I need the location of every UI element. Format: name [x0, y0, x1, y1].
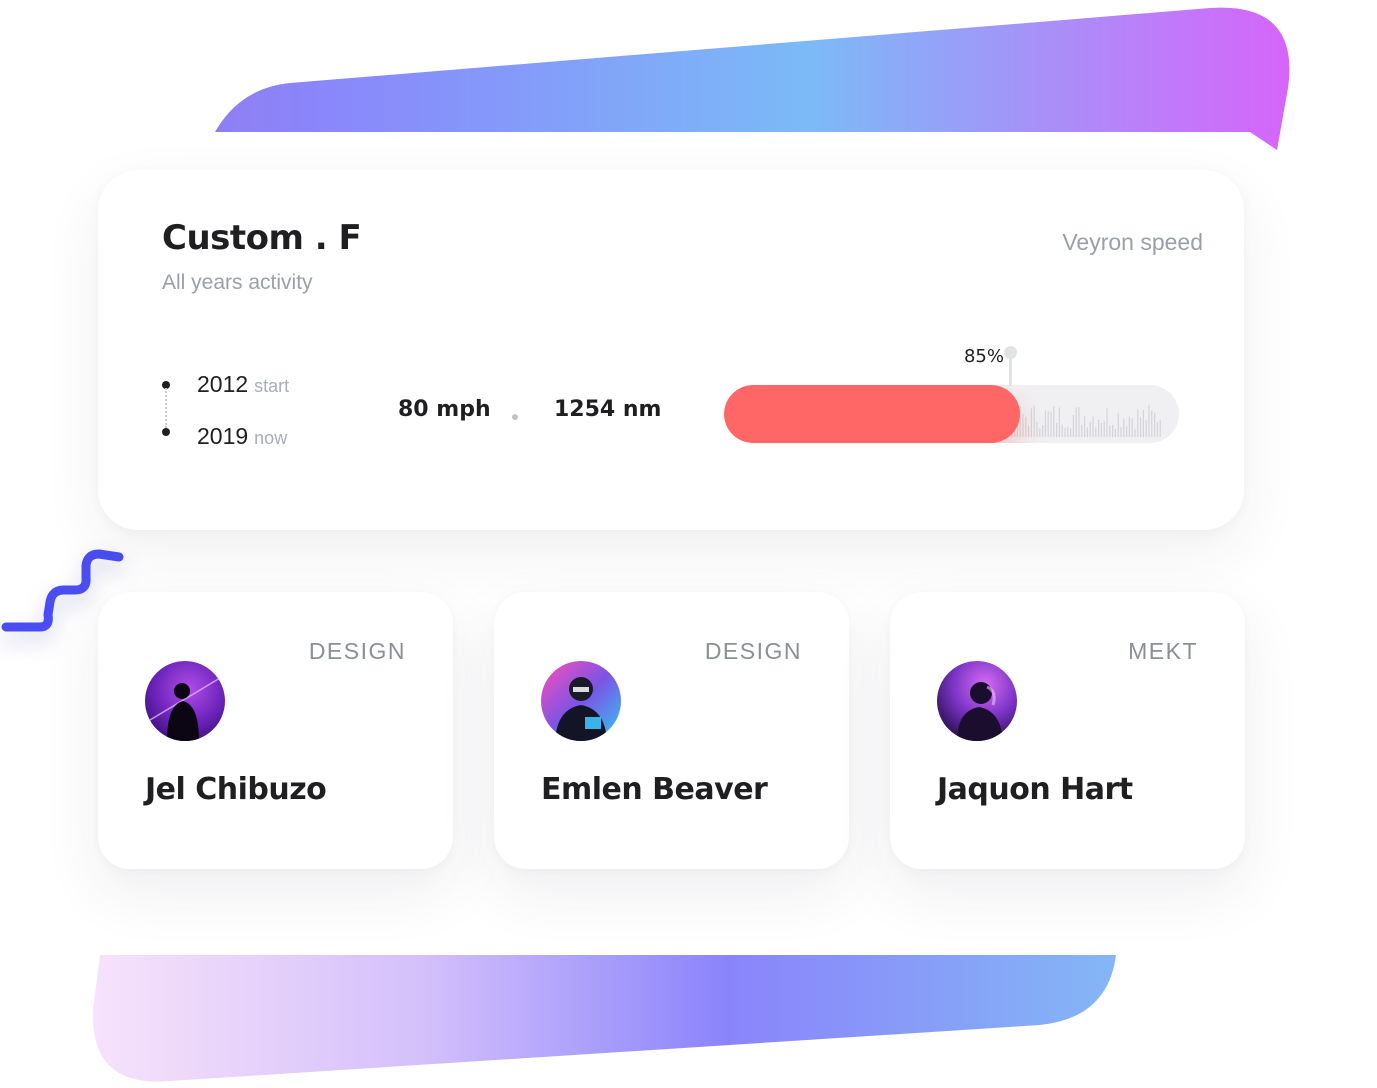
waveform-bar [1081, 425, 1083, 437]
waveform-bar [1154, 412, 1156, 437]
waveform-bar [1137, 409, 1139, 437]
person-card[interactable]: DESIGN Emlen Beaver [494, 592, 849, 869]
waveform-bar [1084, 416, 1086, 437]
waveform-bar [1089, 421, 1091, 437]
waveform-bar [1075, 407, 1077, 437]
avatar[interactable] [145, 661, 225, 741]
stat-separator [512, 414, 518, 420]
person-name: Jaquon Hart [937, 772, 1133, 807]
progress-handle[interactable] [1004, 346, 1017, 359]
waveform-bar [1123, 418, 1125, 437]
waveform-bar [1078, 407, 1080, 437]
card-title: Custom . F [162, 218, 362, 258]
timeline-start: 2012 start [197, 371, 289, 398]
waveform-bar [1022, 413, 1024, 437]
timeline-line [165, 388, 167, 428]
waveform-bar [1112, 424, 1114, 437]
waveform-bar [1140, 417, 1142, 437]
waveform-bar [1058, 407, 1060, 437]
person-card[interactable]: MEKT Jaquon Hart [890, 592, 1245, 869]
timeline-start-tag: start [254, 376, 290, 396]
waveform-bar [1109, 425, 1111, 437]
waveform-bar [1103, 421, 1105, 437]
progress-percent: 85% [963, 346, 1004, 367]
waveform-bar [1106, 408, 1108, 437]
person-role: DESIGN [704, 638, 802, 664]
waveform-bar [1114, 429, 1116, 437]
timeline-now: 2019 now [197, 423, 287, 450]
waveform-bar [1030, 408, 1032, 437]
waveform-bar [1025, 416, 1027, 437]
waveform-bar [1120, 426, 1122, 437]
waveform-bar [1159, 419, 1161, 437]
waveform-bar [1036, 422, 1038, 437]
distance-stat: 1254 nm [554, 397, 662, 422]
waveform-bar [1151, 410, 1153, 437]
waveform-bar [1142, 409, 1144, 437]
waveform-bar [1128, 416, 1130, 437]
waveform-bar [1033, 405, 1035, 437]
person-card[interactable]: DESIGN Jel Chibuzo [98, 592, 453, 869]
timeline-dot-now [162, 428, 170, 436]
person-name: Jel Chibuzo [145, 772, 327, 807]
avatar[interactable] [541, 661, 621, 741]
speed-stat: 80 mph [398, 397, 491, 422]
waveform-bar [1100, 423, 1102, 437]
waveform-bar [1148, 404, 1150, 437]
waveform-bar [1095, 427, 1097, 437]
timeline-start-year: 2012 [197, 371, 249, 397]
waveform-bar [1145, 420, 1147, 437]
waveform-bar [1156, 422, 1158, 437]
waveform-bar [1117, 412, 1119, 437]
waveform-bar [1064, 428, 1066, 437]
person-name: Emlen Beaver [541, 772, 768, 807]
waveform-bar [1067, 426, 1069, 437]
timeline-now-year: 2019 [197, 423, 249, 449]
progress-fill [724, 385, 1020, 443]
person-role: MEKT [1128, 638, 1198, 664]
waveform-bar [1072, 415, 1074, 437]
squiggle-icon [1, 549, 124, 632]
person-role: DESIGN [308, 638, 406, 664]
progress-handle-stem[interactable] [1009, 356, 1012, 386]
waveform-bar [1053, 406, 1055, 437]
waveform-bar [1126, 426, 1128, 437]
stats-card: Custom . F All years activity Veyron spe… [98, 170, 1244, 530]
avatar[interactable] [937, 661, 1017, 741]
stage: Custom . F All years activity Veyron spe… [0, 0, 1377, 1088]
waveform-bar [1098, 419, 1100, 437]
waveform-bar [1061, 424, 1063, 437]
waveform-bar [1050, 411, 1052, 437]
waveform-bar [1086, 427, 1088, 437]
card-subtitle: All years activity [162, 271, 313, 294]
progress-track [724, 385, 1179, 443]
waveform-bar [1042, 425, 1044, 437]
waveform-bar [1056, 423, 1058, 437]
waveform-bar [1047, 410, 1049, 437]
waveform-bar [1134, 428, 1136, 437]
waveform-bar [1131, 418, 1133, 437]
speed-label: Veyron speed [1062, 229, 1203, 255]
timeline-now-tag: now [254, 428, 288, 448]
waveform-bar [1039, 428, 1041, 437]
waveform-bar [1044, 410, 1046, 437]
waveform-bar [1070, 428, 1072, 437]
waveform-bar [1092, 416, 1094, 437]
waveform-bar [1028, 425, 1030, 437]
